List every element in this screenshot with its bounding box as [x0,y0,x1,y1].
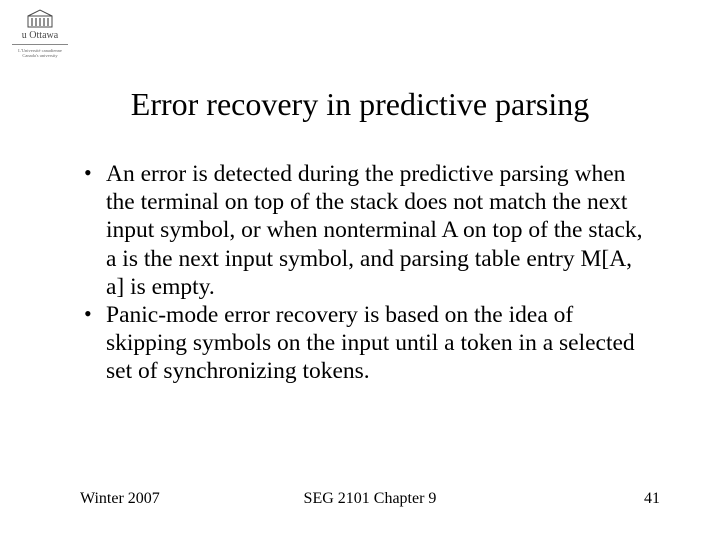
university-logo: u Ottawa L'Université canadienne Canada'… [10,8,70,59]
logo-name: u Ottawa [10,30,70,41]
bullet-item: An error is detected during the predicti… [80,160,650,301]
footer-term: Winter 2007 [80,490,273,508]
bullet-list: An error is detected during the predicti… [80,160,650,386]
footer-course: SEG 2101 Chapter 9 [273,490,466,508]
logo-divider [12,44,68,45]
footer-page-number: 41 [467,490,660,508]
building-icon [26,8,54,28]
bullet-item: Panic-mode error recovery is based on th… [80,301,650,386]
slide-title: Error recovery in predictive parsing [0,86,720,123]
logo-subtitle-2: Canada's university [10,53,70,58]
slide-footer: Winter 2007 SEG 2101 Chapter 9 41 [80,490,660,508]
